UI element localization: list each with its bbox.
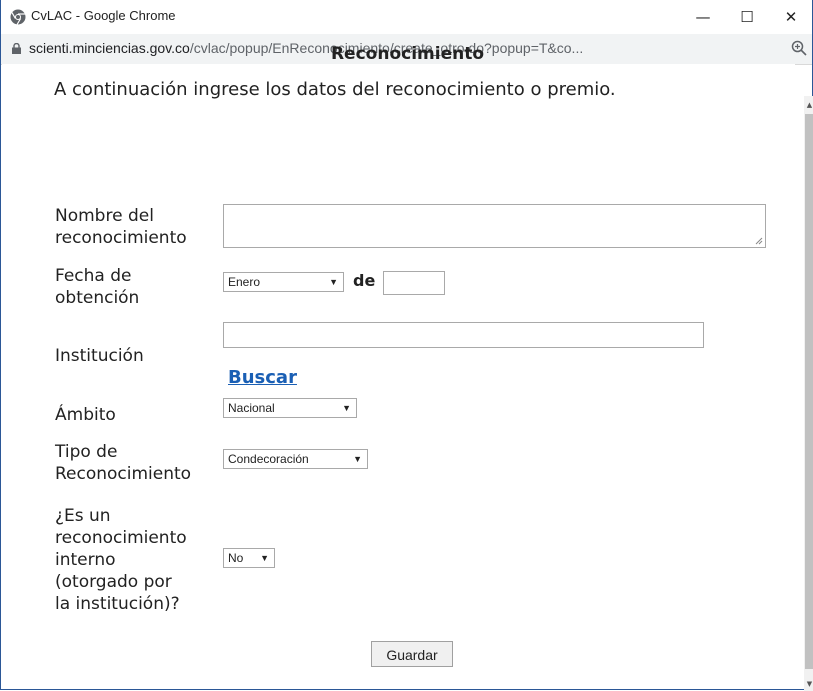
fecha-de-text: de bbox=[353, 271, 376, 290]
chevron-down-icon: ▼ bbox=[329, 277, 338, 287]
ambito-value: Nacional bbox=[228, 401, 275, 415]
scroll-down-arrow-icon[interactable]: ▼ bbox=[805, 679, 813, 689]
tipo-label-line1: Tipo de bbox=[55, 442, 118, 462]
tipo-value: Condecoración bbox=[228, 452, 309, 466]
chevron-down-icon: ▼ bbox=[260, 553, 269, 563]
fecha-month-select[interactable]: Enero ▼ bbox=[223, 272, 344, 292]
window-title: CvLAC - Google Chrome bbox=[31, 8, 176, 23]
fecha-label: Fecha de obtención bbox=[55, 265, 139, 309]
chevron-down-icon: ▼ bbox=[342, 403, 351, 413]
interno-label-line3: interno bbox=[55, 550, 116, 570]
nombre-label-line2: reconocimiento bbox=[55, 228, 187, 248]
buscar-link[interactable]: Buscar bbox=[228, 367, 297, 388]
ambito-label: Ámbito bbox=[55, 405, 116, 425]
institucion-input[interactable] bbox=[223, 322, 704, 348]
vertical-scrollbar[interactable]: ▲ ▼ bbox=[804, 96, 813, 691]
close-button[interactable]: ✕ bbox=[769, 0, 813, 34]
chevron-down-icon: ▼ bbox=[353, 454, 362, 464]
tipo-label: Tipo de Reconocimiento bbox=[55, 441, 191, 485]
interno-value: No bbox=[228, 551, 244, 565]
scroll-up-arrow-icon[interactable]: ▲ bbox=[805, 100, 813, 110]
resize-grip-icon[interactable] bbox=[755, 237, 763, 245]
form-intro: A continuación ingrese los datos del rec… bbox=[54, 79, 616, 100]
fecha-label-line2: obtención bbox=[55, 288, 140, 308]
fecha-month-value: Enero bbox=[228, 275, 261, 289]
scrollbar-thumb[interactable] bbox=[805, 114, 813, 669]
maximize-button[interactable]: ☐ bbox=[725, 0, 769, 34]
chrome-icon bbox=[10, 9, 26, 25]
form-heading: Reconocimiento bbox=[330, 44, 485, 64]
interno-label: ¿Es un reconocimiento interno (otorgado … bbox=[55, 505, 187, 615]
guardar-button[interactable]: Guardar bbox=[371, 641, 453, 667]
fecha-label-line1: Fecha de bbox=[55, 266, 132, 286]
tipo-select[interactable]: Condecoración ▼ bbox=[223, 449, 368, 469]
interno-label-line5: la institución)? bbox=[55, 594, 180, 614]
tipo-label-line2: Reconocimiento bbox=[55, 464, 192, 484]
minimize-button[interactable]: — bbox=[681, 0, 725, 34]
browser-window: CvLAC - Google Chrome — ☐ ✕ scienti.minc… bbox=[0, 0, 813, 691]
ambito-select[interactable]: Nacional ▼ bbox=[223, 398, 357, 418]
interno-label-line2: reconocimiento bbox=[55, 528, 187, 548]
nombre-label: Nombre del reconocimiento bbox=[55, 205, 187, 249]
nombre-textarea[interactable] bbox=[223, 204, 766, 248]
interno-label-line1: ¿Es un bbox=[55, 506, 111, 526]
title-bar: CvLAC - Google Chrome — ☐ ✕ bbox=[1, 0, 812, 34]
fecha-year-input[interactable] bbox=[383, 271, 445, 295]
interno-label-line4: (otorgado por bbox=[55, 572, 172, 592]
institucion-label: Institución bbox=[55, 346, 144, 366]
nombre-label-line1: Nombre del bbox=[55, 206, 154, 226]
interno-select[interactable]: No ▼ bbox=[223, 548, 275, 568]
